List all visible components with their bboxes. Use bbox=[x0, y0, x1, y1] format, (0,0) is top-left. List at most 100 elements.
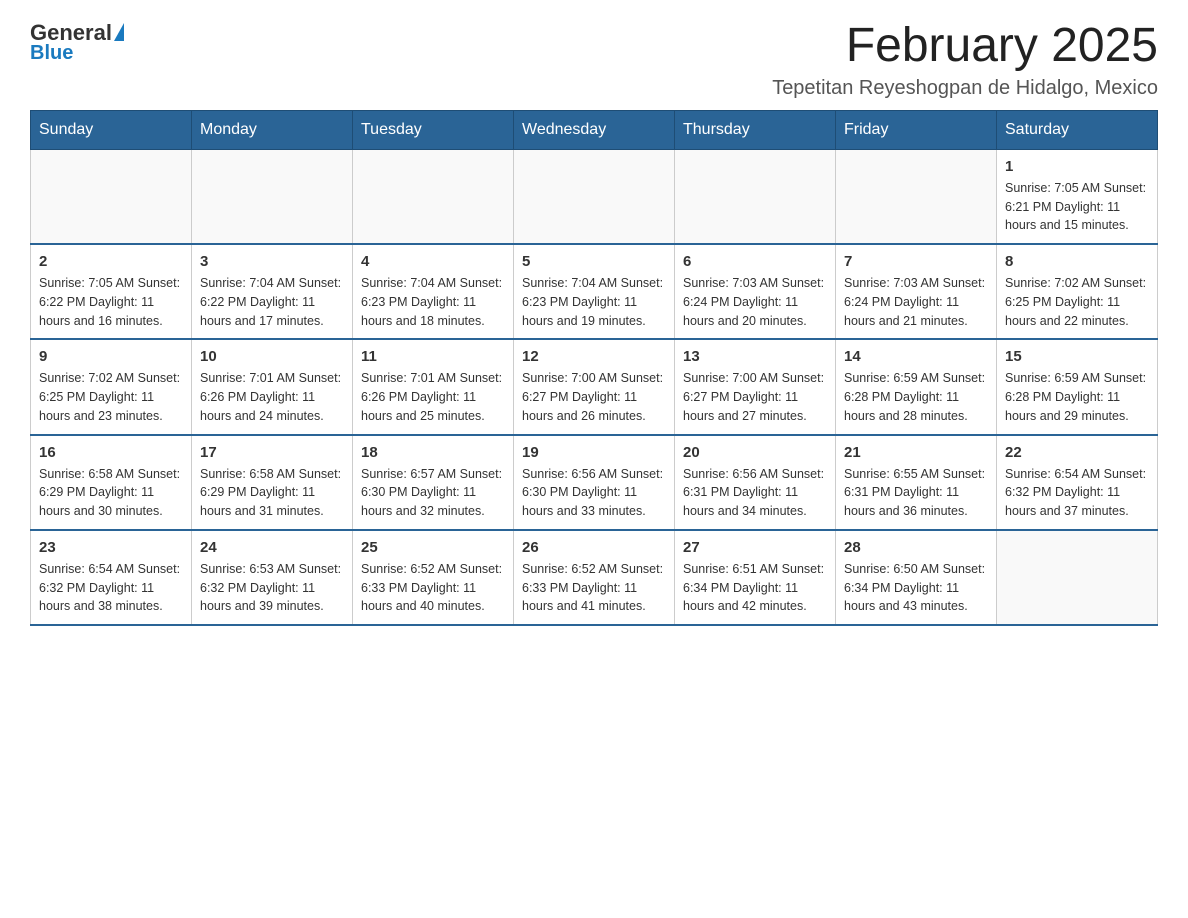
day-info: Sunrise: 7:00 AM Sunset: 6:27 PM Dayligh… bbox=[522, 369, 666, 425]
calendar-cell: 6 Sunrise: 7:03 AM Sunset: 6:24 PM Daylig… bbox=[675, 244, 836, 339]
calendar-cell bbox=[353, 149, 514, 244]
day-info: Sunrise: 7:04 AM Sunset: 6:23 PM Dayligh… bbox=[361, 274, 505, 330]
day-info: Sunrise: 6:58 AM Sunset: 6:29 PM Dayligh… bbox=[39, 465, 183, 521]
day-number: 2 bbox=[39, 253, 183, 270]
day-number: 15 bbox=[1005, 348, 1149, 365]
calendar-cell: 16Sunrise: 6:58 AM Sunset: 6:29 PM Dayli… bbox=[31, 435, 192, 530]
weekday-header-row: SundayMondayTuesdayWednesdayThursdayFrid… bbox=[31, 110, 1158, 149]
day-number: 22 bbox=[1005, 444, 1149, 461]
day-info: Sunrise: 7:03 AM Sunset: 6:24 PM Dayligh… bbox=[683, 274, 827, 330]
day-number: 21 bbox=[844, 444, 988, 461]
day-info: Sunrise: 6:54 AM Sunset: 6:32 PM Dayligh… bbox=[1005, 465, 1149, 521]
calendar-cell: 2Sunrise: 7:05 AM Sunset: 6:22 PM Daylig… bbox=[31, 244, 192, 339]
calendar-cell bbox=[514, 149, 675, 244]
calendar-cell bbox=[675, 149, 836, 244]
day-info: Sunrise: 6:50 AM Sunset: 6:34 PM Dayligh… bbox=[844, 560, 988, 616]
calendar-week-row-0: 1 Sunrise: 7:05 AM Sunset: 6:21 PM Daylig… bbox=[31, 149, 1158, 244]
calendar-title: February 2025 bbox=[772, 20, 1158, 73]
day-number: 7 bbox=[844, 253, 988, 270]
calendar-week-row-4: 23 Sunrise: 6:54 AM Sunset: 6:32 PM Dayli… bbox=[31, 530, 1158, 625]
calendar-week-row-2: 9Sunrise: 7:02 AM Sunset: 6:25 PM Daylig… bbox=[31, 339, 1158, 434]
day-info: Sunrise: 6:53 AM Sunset: 6:32 PM Dayligh… bbox=[200, 560, 344, 616]
weekday-header-sunday: Sunday bbox=[31, 110, 192, 149]
day-info: Sunrise: 7:02 AM Sunset: 6:25 PM Dayligh… bbox=[1005, 274, 1149, 330]
day-info: Sunrise: 6:55 AM Sunset: 6:31 PM Dayligh… bbox=[844, 465, 988, 521]
calendar-body: 1 Sunrise: 7:05 AM Sunset: 6:21 PM Daylig… bbox=[31, 149, 1158, 625]
calendar-cell: 14Sunrise: 6:59 AM Sunset: 6:28 PM Dayli… bbox=[836, 339, 997, 434]
calendar-cell: 7 Sunrise: 7:03 AM Sunset: 6:24 PM Daylig… bbox=[836, 244, 997, 339]
weekday-header-saturday: Saturday bbox=[997, 110, 1158, 149]
day-number: 5 bbox=[522, 253, 666, 270]
day-number: 8 bbox=[1005, 253, 1149, 270]
calendar-cell: 28 Sunrise: 6:50 AM Sunset: 6:34 PM Dayli… bbox=[836, 530, 997, 625]
calendar-cell: 12 Sunrise: 7:00 AM Sunset: 6:27 PM Dayli… bbox=[514, 339, 675, 434]
day-number: 12 bbox=[522, 348, 666, 365]
day-info: Sunrise: 6:58 AM Sunset: 6:29 PM Dayligh… bbox=[200, 465, 344, 521]
calendar-cell: 13 Sunrise: 7:00 AM Sunset: 6:27 PM Dayli… bbox=[675, 339, 836, 434]
day-number: 6 bbox=[683, 253, 827, 270]
weekday-header-wednesday: Wednesday bbox=[514, 110, 675, 149]
calendar-cell bbox=[31, 149, 192, 244]
calendar-cell bbox=[836, 149, 997, 244]
calendar-cell: 18 Sunrise: 6:57 AM Sunset: 6:30 PM Dayli… bbox=[353, 435, 514, 530]
weekday-header-tuesday: Tuesday bbox=[353, 110, 514, 149]
calendar-cell: 27 Sunrise: 6:51 AM Sunset: 6:34 PM Dayli… bbox=[675, 530, 836, 625]
day-info: Sunrise: 7:02 AM Sunset: 6:25 PM Dayligh… bbox=[39, 369, 183, 425]
day-number: 28 bbox=[844, 539, 988, 556]
day-info: Sunrise: 7:04 AM Sunset: 6:22 PM Dayligh… bbox=[200, 274, 344, 330]
day-number: 3 bbox=[200, 253, 344, 270]
calendar-cell: 9Sunrise: 7:02 AM Sunset: 6:25 PM Daylig… bbox=[31, 339, 192, 434]
day-info: Sunrise: 7:03 AM Sunset: 6:24 PM Dayligh… bbox=[844, 274, 988, 330]
day-number: 24 bbox=[200, 539, 344, 556]
calendar-cell: 19Sunrise: 6:56 AM Sunset: 6:30 PM Dayli… bbox=[514, 435, 675, 530]
calendar-cell: 25Sunrise: 6:52 AM Sunset: 6:33 PM Dayli… bbox=[353, 530, 514, 625]
day-info: Sunrise: 6:51 AM Sunset: 6:34 PM Dayligh… bbox=[683, 560, 827, 616]
calendar-cell: 17 Sunrise: 6:58 AM Sunset: 6:29 PM Dayli… bbox=[192, 435, 353, 530]
day-number: 20 bbox=[683, 444, 827, 461]
calendar-cell: 8 Sunrise: 7:02 AM Sunset: 6:25 PM Daylig… bbox=[997, 244, 1158, 339]
calendar-cell: 26Sunrise: 6:52 AM Sunset: 6:33 PM Dayli… bbox=[514, 530, 675, 625]
calendar-cell: 10 Sunrise: 7:01 AM Sunset: 6:26 PM Dayli… bbox=[192, 339, 353, 434]
weekday-header-thursday: Thursday bbox=[675, 110, 836, 149]
day-number: 14 bbox=[844, 348, 988, 365]
location-subtitle: Tepetitan Reyeshogpan de Hidalgo, Mexico bbox=[772, 77, 1158, 100]
calendar-cell: 3 Sunrise: 7:04 AM Sunset: 6:22 PM Daylig… bbox=[192, 244, 353, 339]
day-info: Sunrise: 6:52 AM Sunset: 6:33 PM Dayligh… bbox=[522, 560, 666, 616]
calendar-cell: 23 Sunrise: 6:54 AM Sunset: 6:32 PM Dayli… bbox=[31, 530, 192, 625]
calendar-week-row-1: 2Sunrise: 7:05 AM Sunset: 6:22 PM Daylig… bbox=[31, 244, 1158, 339]
day-info: Sunrise: 6:56 AM Sunset: 6:30 PM Dayligh… bbox=[522, 465, 666, 521]
logo-triangle-icon bbox=[114, 23, 124, 41]
day-info: Sunrise: 6:59 AM Sunset: 6:28 PM Dayligh… bbox=[1005, 369, 1149, 425]
day-number: 25 bbox=[361, 539, 505, 556]
calendar-cell: 24 Sunrise: 6:53 AM Sunset: 6:32 PM Dayli… bbox=[192, 530, 353, 625]
logo: General Blue bbox=[30, 20, 124, 65]
day-info: Sunrise: 6:57 AM Sunset: 6:30 PM Dayligh… bbox=[361, 465, 505, 521]
calendar-table: SundayMondayTuesdayWednesdayThursdayFrid… bbox=[30, 110, 1158, 626]
calendar-cell bbox=[997, 530, 1158, 625]
day-info: Sunrise: 7:01 AM Sunset: 6:26 PM Dayligh… bbox=[200, 369, 344, 425]
day-number: 1 bbox=[1005, 158, 1149, 175]
weekday-header-friday: Friday bbox=[836, 110, 997, 149]
day-number: 18 bbox=[361, 444, 505, 461]
day-number: 13 bbox=[683, 348, 827, 365]
day-info: Sunrise: 7:04 AM Sunset: 6:23 PM Dayligh… bbox=[522, 274, 666, 330]
day-number: 27 bbox=[683, 539, 827, 556]
day-info: Sunrise: 7:05 AM Sunset: 6:21 PM Dayligh… bbox=[1005, 179, 1149, 235]
day-info: Sunrise: 7:00 AM Sunset: 6:27 PM Dayligh… bbox=[683, 369, 827, 425]
title-area: February 2025 Tepetitan Reyeshogpan de H… bbox=[772, 20, 1158, 100]
calendar-cell: 20Sunrise: 6:56 AM Sunset: 6:31 PM Dayli… bbox=[675, 435, 836, 530]
day-info: Sunrise: 6:54 AM Sunset: 6:32 PM Dayligh… bbox=[39, 560, 183, 616]
day-number: 17 bbox=[200, 444, 344, 461]
calendar-cell: 4Sunrise: 7:04 AM Sunset: 6:23 PM Daylig… bbox=[353, 244, 514, 339]
header: General Blue February 2025 Tepetitan Rey… bbox=[30, 20, 1158, 100]
calendar-cell: 15 Sunrise: 6:59 AM Sunset: 6:28 PM Dayli… bbox=[997, 339, 1158, 434]
calendar-week-row-3: 16Sunrise: 6:58 AM Sunset: 6:29 PM Dayli… bbox=[31, 435, 1158, 530]
calendar-header: SundayMondayTuesdayWednesdayThursdayFrid… bbox=[31, 110, 1158, 149]
day-number: 10 bbox=[200, 348, 344, 365]
logo-blue: Blue bbox=[30, 42, 73, 65]
weekday-header-monday: Monday bbox=[192, 110, 353, 149]
calendar-cell: 1 Sunrise: 7:05 AM Sunset: 6:21 PM Daylig… bbox=[997, 149, 1158, 244]
calendar-cell: 5 Sunrise: 7:04 AM Sunset: 6:23 PM Daylig… bbox=[514, 244, 675, 339]
calendar-cell bbox=[192, 149, 353, 244]
day-number: 23 bbox=[39, 539, 183, 556]
